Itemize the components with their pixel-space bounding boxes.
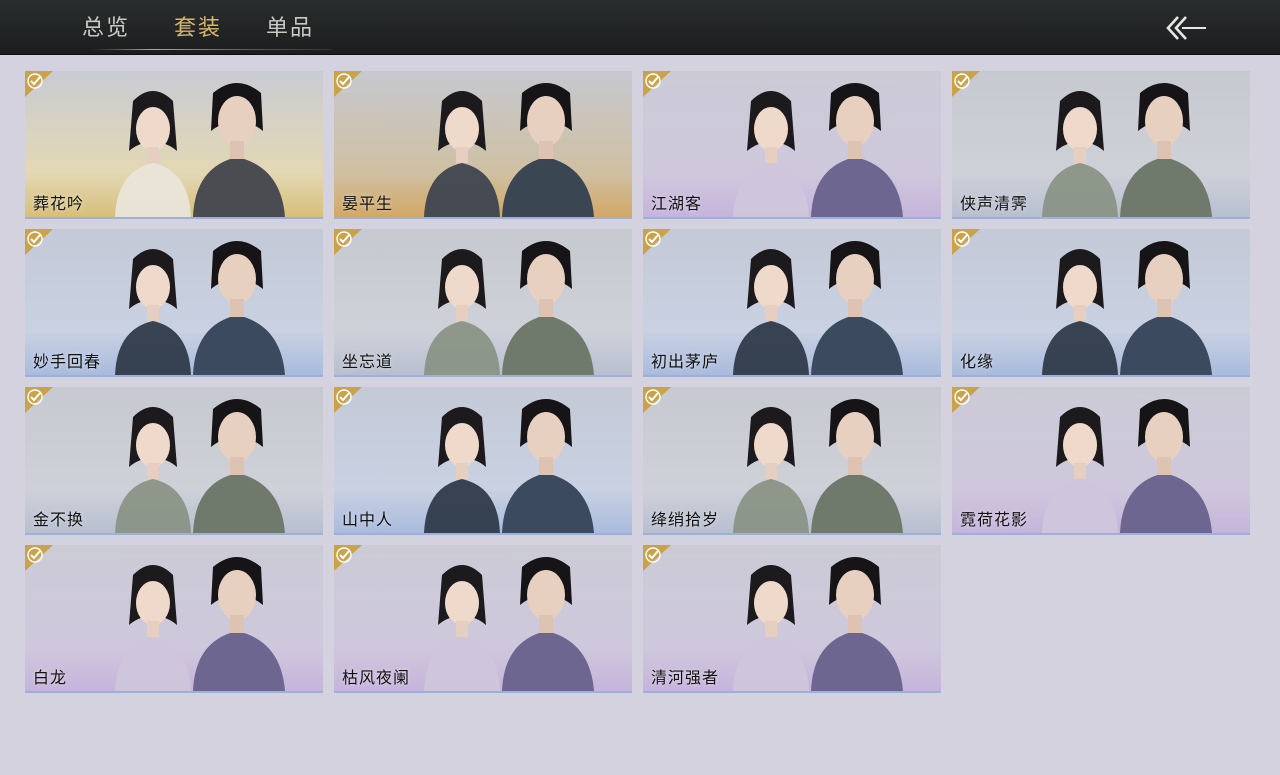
outfit-name: 枯风夜阑 bbox=[342, 668, 411, 687]
tab-single-items[interactable]: 单品 bbox=[244, 0, 336, 54]
outfit-card[interactable]: 白龙 bbox=[25, 545, 323, 693]
outfit-card[interactable]: 晏平生 bbox=[334, 71, 632, 219]
outfit-name: 山中人 bbox=[342, 510, 394, 529]
outfit-name: 化缘 bbox=[960, 352, 995, 371]
checkmark-icon bbox=[334, 229, 362, 255]
outfit-name: 坐忘道 bbox=[342, 352, 394, 371]
outfit-card[interactable]: 妙手回春 bbox=[25, 229, 323, 377]
tab-outfit-sets[interactable]: 套装 bbox=[152, 0, 244, 54]
outfit-card[interactable]: 侠声清霁 bbox=[952, 71, 1250, 219]
outfit-card[interactable]: 坐忘道 bbox=[334, 229, 632, 377]
active-tab-underline bbox=[92, 49, 332, 50]
tab-overview[interactable]: 总览 bbox=[60, 0, 152, 54]
outfit-card[interactable]: 清河强者 bbox=[643, 545, 941, 693]
checkmark-icon bbox=[334, 387, 362, 413]
checkmark-icon bbox=[25, 545, 53, 571]
outfit-card[interactable]: 化缘 bbox=[952, 229, 1250, 377]
outfit-card[interactable]: 金不换 bbox=[25, 387, 323, 535]
outfit-name: 绛绡拾岁 bbox=[651, 510, 720, 529]
outfit-card[interactable]: 绛绡拾岁 bbox=[643, 387, 941, 535]
outfit-name: 侠声清霁 bbox=[960, 194, 1029, 213]
tab-bar: 总览 套装 单品 bbox=[60, 0, 336, 54]
checkmark-icon bbox=[643, 229, 671, 255]
checkmark-icon bbox=[643, 71, 671, 97]
checkmark-icon bbox=[25, 71, 53, 97]
character-pair-portrait bbox=[1042, 241, 1212, 375]
checkmark-icon bbox=[643, 387, 671, 413]
outfit-name: 妙手回春 bbox=[33, 352, 102, 371]
outfit-card[interactable]: 枯风夜阑 bbox=[334, 545, 632, 693]
outfit-name: 清河强者 bbox=[651, 668, 720, 687]
outfit-name: 江湖客 bbox=[651, 194, 703, 213]
outfit-name: 初出茅庐 bbox=[651, 352, 720, 371]
checkmark-icon bbox=[25, 229, 53, 255]
top-navigation-bar: 总览 套装 单品 bbox=[0, 0, 1280, 55]
outfit-name: 金不换 bbox=[33, 510, 85, 529]
checkmark-icon bbox=[25, 387, 53, 413]
character-pair-portrait bbox=[115, 557, 285, 691]
outfit-name: 葬花吟 bbox=[33, 194, 85, 213]
outfit-name: 晏平生 bbox=[342, 194, 394, 213]
back-button[interactable] bbox=[1162, 14, 1212, 42]
outfit-card[interactable]: 山中人 bbox=[334, 387, 632, 535]
outfit-card[interactable]: 霓荷花影 bbox=[952, 387, 1250, 535]
double-chevron-left-arrow-icon bbox=[1166, 16, 1206, 40]
checkmark-icon bbox=[952, 71, 980, 97]
outfit-card[interactable]: 葬花吟 bbox=[25, 71, 323, 219]
outfit-card[interactable]: 江湖客 bbox=[643, 71, 941, 219]
checkmark-icon bbox=[952, 387, 980, 413]
outfit-name: 白龙 bbox=[33, 668, 68, 687]
checkmark-icon bbox=[334, 545, 362, 571]
checkmark-icon bbox=[952, 229, 980, 255]
checkmark-icon bbox=[643, 545, 671, 571]
checkmark-icon bbox=[334, 71, 362, 97]
outfit-card[interactable]: 初出茅庐 bbox=[643, 229, 941, 377]
outfit-name: 霓荷花影 bbox=[960, 510, 1029, 529]
